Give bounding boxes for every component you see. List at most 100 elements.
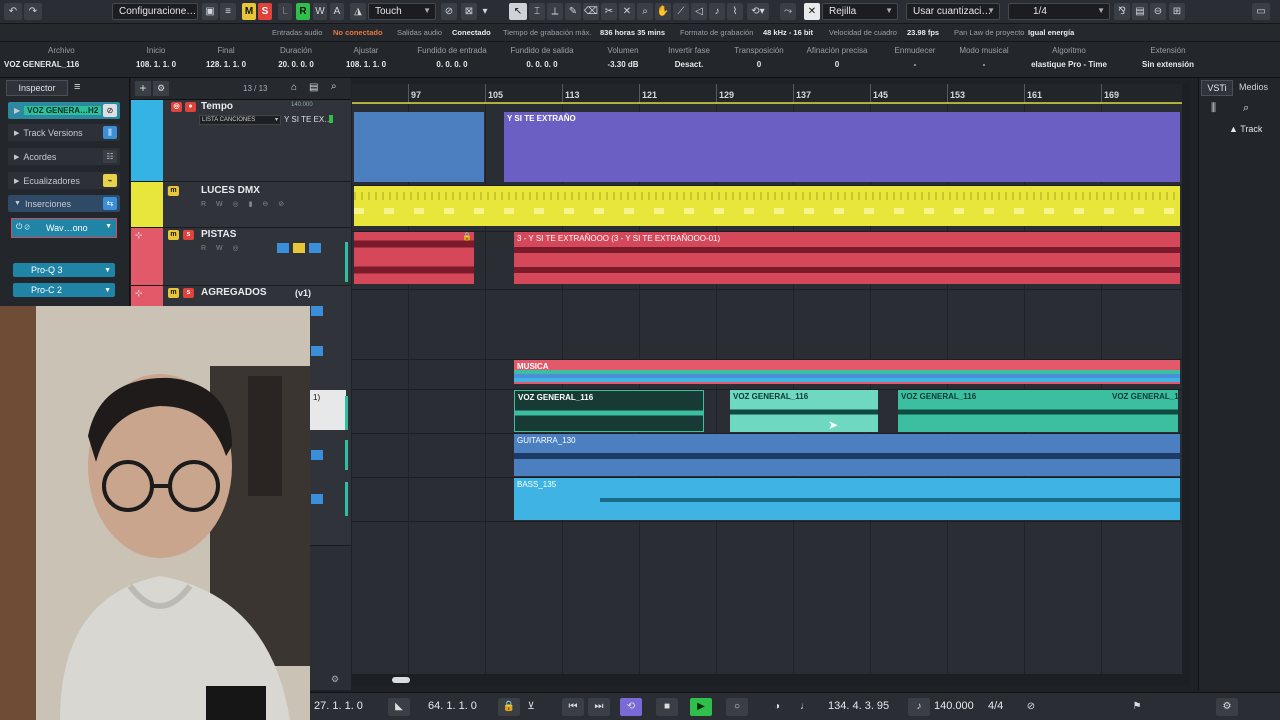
- add-track-icon[interactable]: +: [135, 81, 151, 96]
- position-display[interactable]: 134. 4. 3. 95: [828, 700, 889, 712]
- draw-tool-icon[interactable]: ⟋: [673, 3, 689, 20]
- monitor-icon[interactable]: [311, 450, 323, 460]
- tab-inspector[interactable]: Inspector: [6, 80, 68, 96]
- play-icon[interactable]: ▶: [690, 698, 712, 716]
- settings-icon[interactable]: ⊘: [1020, 698, 1042, 716]
- right-locator[interactable]: 64. 1. 1. 0: [428, 700, 477, 712]
- solo-button[interactable]: s: [183, 230, 194, 240]
- record-button[interactable]: ●: [185, 102, 196, 112]
- left-locator[interactable]: 27. 1. 1. 0: [314, 700, 363, 712]
- track-controls[interactable]: R W ◎: [201, 244, 243, 252]
- monitor-icon[interactable]: [311, 494, 323, 504]
- quantize-value-select[interactable]: 1/4 ▼: [1008, 3, 1110, 20]
- stop-icon[interactable]: ■: [656, 698, 678, 716]
- mute-all-button[interactable]: M: [242, 3, 256, 20]
- settings-icon[interactable]: ⊖: [1150, 3, 1166, 20]
- horizontal-scrollbar[interactable]: [352, 674, 1182, 686]
- insert-slot-2[interactable]: Pro-Q 3 ▼: [13, 263, 115, 277]
- pistas-clip-main[interactable]: 3 - Y SI TE EXTRAÑOOO (3 - Y SI TE EXTRA…: [514, 232, 1180, 284]
- locator-icon[interactable]: ◣: [388, 698, 410, 716]
- arranger-list-select[interactable]: LISTA CANCIONES ▾: [199, 115, 281, 125]
- vertical-scrollbar[interactable]: [1182, 84, 1190, 684]
- read-automation-button[interactable]: R: [296, 3, 310, 20]
- ruler[interactable]: 97 105 113 121 129 137 145 153 161 169: [352, 84, 1182, 104]
- track-controls[interactable]: R W ◎ ▮ ⊖ ⊘: [201, 200, 288, 208]
- section-equalizers[interactable]: ▶ Ecualizadores ⌁: [8, 172, 120, 189]
- track-pistas[interactable]: ⊹ m s PISTAS R W ◎: [131, 228, 351, 286]
- info-file[interactable]: Archivo VOZ GENERAL_116: [4, 46, 114, 69]
- search-icon[interactable]: ⌕: [1243, 102, 1249, 115]
- voz-clip-1[interactable]: VOZ GENERAL_116: [514, 390, 704, 432]
- pistas-clip-prev[interactable]: 🔒: [354, 232, 474, 284]
- automation-button[interactable]: A: [330, 3, 344, 20]
- marker-icon[interactable]: ◑: [766, 698, 788, 716]
- info-extension[interactable]: Extensión Sin extensión: [1130, 46, 1206, 69]
- info-snap[interactable]: Ajustar 108. 1. 1. 0: [334, 46, 398, 69]
- mute-button[interactable]: m: [168, 230, 179, 240]
- settings-icon[interactable]: ⚙: [1216, 698, 1238, 716]
- info-musical-mode[interactable]: Modo musical -: [954, 46, 1014, 69]
- grid-icon[interactable]: ⊞: [1169, 3, 1185, 20]
- range-tool-icon[interactable]: ⌶: [529, 3, 545, 20]
- menu-icon[interactable]: ≡: [74, 81, 80, 93]
- info-end[interactable]: Final 128. 1. 1. 0: [194, 46, 258, 69]
- warp-tool-icon[interactable]: ⌇: [727, 3, 743, 20]
- hand-tool-icon[interactable]: ✋: [655, 3, 671, 20]
- track-options-icon[interactable]: ⚙: [153, 81, 169, 96]
- info-fade-in[interactable]: Fundido de entrada 0. 0. 0. 0: [408, 46, 496, 69]
- quantize-type-select[interactable]: Usar cuantizaci… ▼: [906, 3, 1000, 20]
- edit-icon[interactable]: [309, 243, 321, 253]
- home-icon[interactable]: ⌂: [291, 82, 297, 93]
- settings-icon[interactable]: ⚙: [331, 674, 339, 685]
- cycle-icon[interactable]: ⊘: [441, 3, 457, 20]
- play-tool-icon[interactable]: ♪: [709, 3, 725, 20]
- arranger-clip-main[interactable]: Y SI TE EXTRAÑO: [504, 112, 1180, 182]
- power-icon[interactable]: ⏻ ⊘: [16, 222, 30, 232]
- pencil-tool-icon[interactable]: ✎: [565, 3, 581, 20]
- grid-type-select[interactable]: Rejilla ▼: [822, 3, 898, 20]
- metronome-icon[interactable]: ♩: [794, 698, 816, 716]
- marker-flag-icon[interactable]: ⚑: [1126, 698, 1148, 716]
- scroll-thumb[interactable]: [392, 677, 410, 683]
- mute-tool-icon[interactable]: ✕: [619, 3, 635, 20]
- go-to-start-icon[interactable]: ⏮: [562, 698, 584, 716]
- iterative-quantize-icon[interactable]: ⅋: [1114, 3, 1130, 20]
- selected-track-header[interactable]: 1): [310, 390, 346, 430]
- info-phase[interactable]: Invertir fase Desact.: [662, 46, 716, 69]
- voz-clip-3[interactable]: VOZ GENERAL_116 VOZ GENERAL_116: [898, 390, 1178, 432]
- dmx-clip[interactable]: [354, 186, 1180, 226]
- info-algorithm[interactable]: Algoritmo elastique Pro - Time: [1024, 46, 1114, 69]
- info-mute[interactable]: Enmudecer -: [888, 46, 942, 69]
- project-menu[interactable]: Configuracione…: [112, 3, 198, 20]
- info-fade-out[interactable]: Fundido de salida 0. 0. 0. 0: [502, 46, 582, 69]
- track-section[interactable]: ▲ Track: [1229, 124, 1262, 134]
- snap-icon[interactable]: ⤳: [780, 3, 796, 20]
- monitor-icon[interactable]: [311, 306, 323, 316]
- mute-button[interactable]: m: [168, 288, 179, 298]
- mute-button[interactable]: m: [168, 186, 179, 196]
- guitarra-clip[interactable]: GUITARRA_130: [514, 434, 1180, 476]
- eraser-tool-icon[interactable]: ⌫: [583, 3, 599, 20]
- chevron-down-icon[interactable]: ▾: [479, 3, 491, 20]
- tempo-icon[interactable]: ♪: [908, 698, 930, 716]
- tab-vsti[interactable]: VSTi: [1201, 80, 1233, 96]
- glue-tool-icon[interactable]: ✂: [601, 3, 617, 20]
- tab-media[interactable]: Medios: [1239, 82, 1268, 92]
- automation-mode-select[interactable]: Touch ▼: [368, 3, 436, 20]
- edit-icon[interactable]: ⊘: [103, 104, 117, 117]
- redo-icon[interactable]: ↷: [24, 3, 42, 20]
- punch-icon[interactable]: ⊻: [520, 698, 542, 716]
- snap-on-icon[interactable]: ✕: [804, 3, 820, 20]
- info-volume[interactable]: Volumen -3.30 dB: [590, 46, 656, 69]
- info-length[interactable]: Duración 20. 0. 0. 0: [264, 46, 328, 69]
- solo-all-button[interactable]: S: [258, 3, 272, 20]
- voz-clip-2[interactable]: VOZ GENERAL_116: [730, 390, 878, 432]
- section-track-versions[interactable]: ▶ Track Versions ⫼: [8, 124, 120, 141]
- track-tempo[interactable]: ◎ ● Tempo 140.000 LISTA CANCIONES ▾ Y SI …: [131, 100, 351, 182]
- section-inserts[interactable]: ▼ Inserciones ⇆: [8, 195, 120, 212]
- info-transpose[interactable]: Transposición 0: [730, 46, 788, 69]
- info-start[interactable]: Inicio 108. 1. 1. 0: [124, 46, 188, 69]
- arrange-window[interactable]: Y SI TE EXTRAÑO 🔒 3 - Y SI TE EXTRAÑOOO …: [352, 104, 1182, 674]
- undo-icon[interactable]: ↶: [4, 3, 22, 20]
- inspector-track-name[interactable]: ▶ VOZ GENERA…H2 ⊘: [8, 102, 120, 119]
